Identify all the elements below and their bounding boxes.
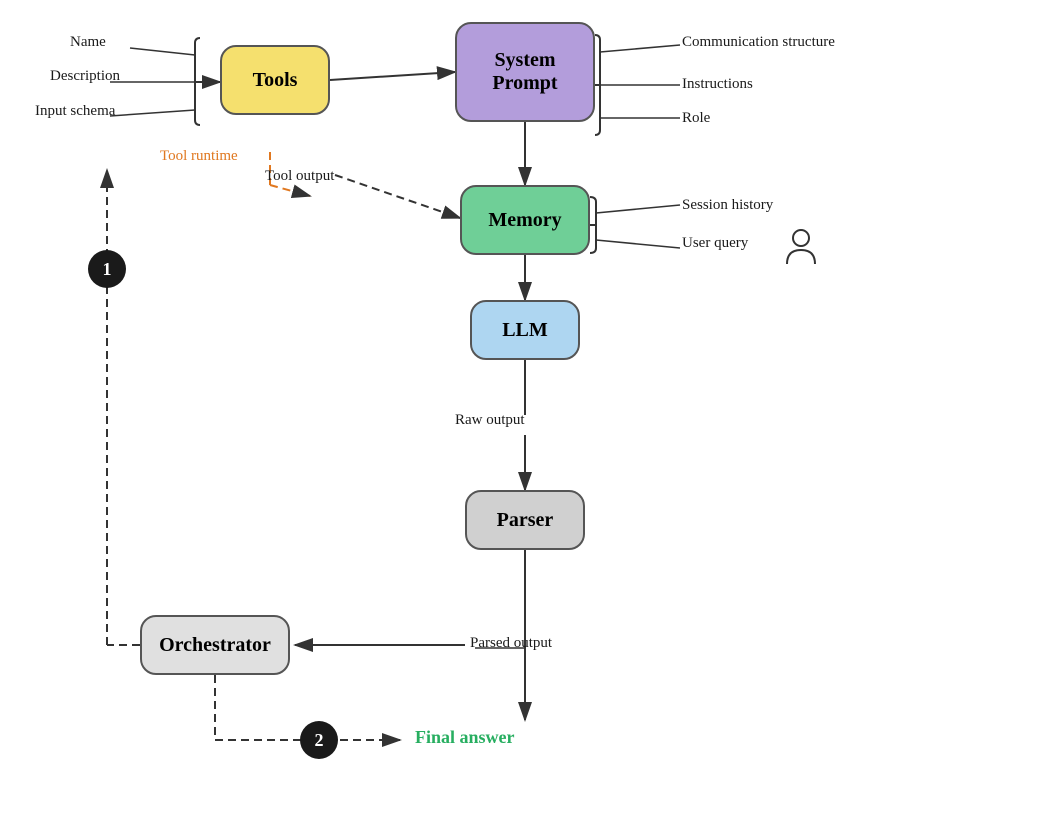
description-label: Description [50,68,120,85]
parser-node: Parser [465,490,585,550]
system-prompt-label: System Prompt [492,49,557,95]
badge-one: 1 [88,250,126,288]
user-icon [785,228,817,271]
input-schema-label: Input schema [35,103,115,120]
orchestrator-node: Orchestrator [140,615,290,675]
session-history-label: Session history [682,197,773,214]
diagram: Tools System Prompt Memory LLM Parser Or… [0,0,1050,815]
raw-output-label: Raw output [455,412,525,429]
tools-label: Tools [253,69,298,92]
final-answer-label: Final answer [415,727,515,748]
parser-label: Parser [497,509,554,532]
role-label: Role [682,110,710,127]
memory-label: Memory [488,209,561,232]
user-query-label: User query [682,235,748,252]
system-prompt-node: System Prompt [455,22,595,122]
name-label: Name [70,34,106,51]
orchestrator-label: Orchestrator [159,634,271,657]
badge-two: 2 [300,721,338,759]
llm-node: LLM [470,300,580,360]
instructions-label: Instructions [682,76,753,93]
tools-node: Tools [220,45,330,115]
tool-runtime-label: Tool runtime [160,148,238,165]
parsed-output-label: Parsed output [470,635,552,652]
memory-node: Memory [460,185,590,255]
arrows-svg [0,0,1050,815]
tool-output-label: Tool output [265,168,334,185]
llm-label: LLM [502,319,548,342]
communication-structure-label: Communication structure [682,34,835,51]
